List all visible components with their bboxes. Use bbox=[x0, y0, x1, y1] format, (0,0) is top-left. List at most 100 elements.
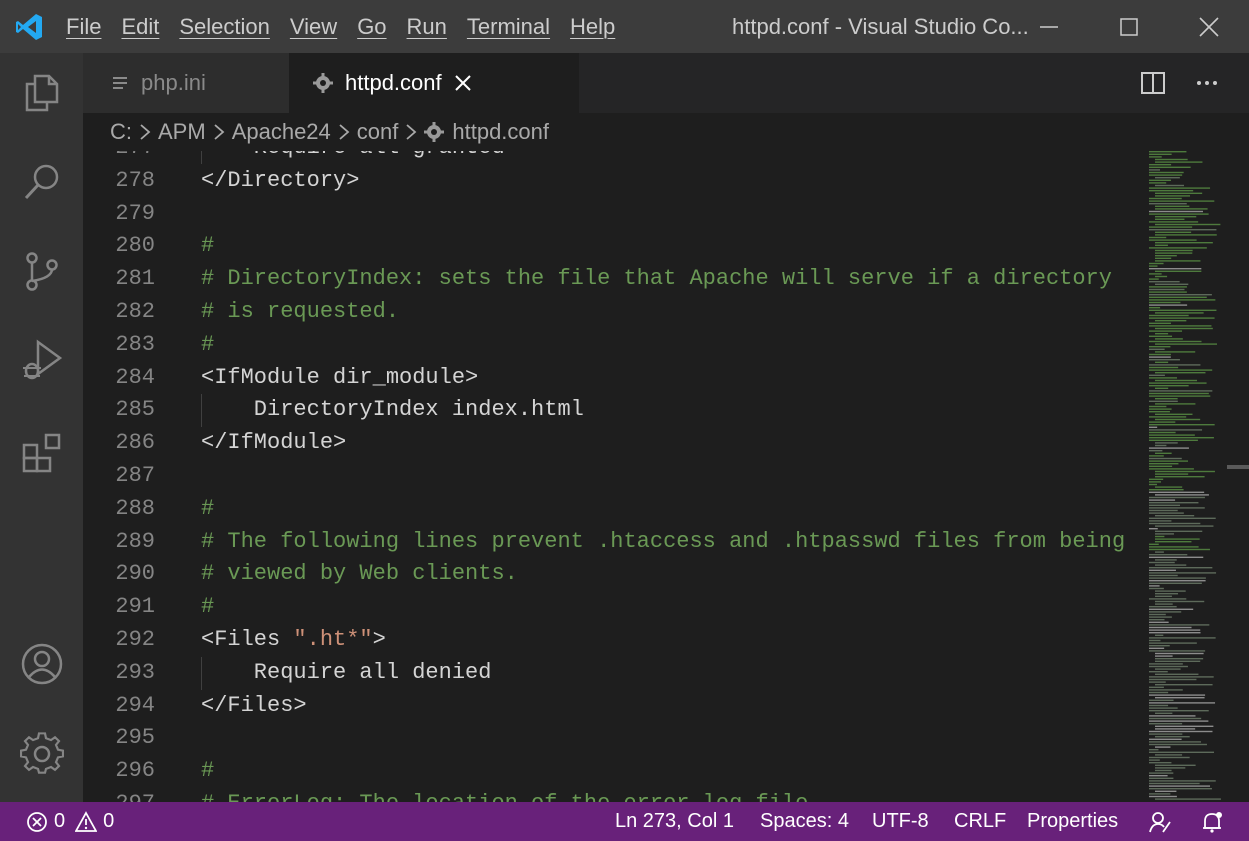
minimap-line bbox=[1155, 283, 1189, 285]
menu-help[interactable]: Help bbox=[562, 14, 623, 40]
minimap-line bbox=[1155, 244, 1168, 246]
minimap-line bbox=[1149, 491, 1205, 493]
lines-file-icon bbox=[111, 74, 129, 92]
menu-view[interactable]: View bbox=[282, 14, 345, 40]
run-debug-button[interactable] bbox=[0, 325, 83, 395]
line-number: 283 bbox=[115, 331, 155, 357]
minimap-line bbox=[1155, 252, 1193, 254]
menu-file[interactable]: File bbox=[58, 14, 109, 40]
menu-go[interactable]: Go bbox=[349, 14, 394, 40]
close-window-button[interactable] bbox=[1169, 0, 1249, 53]
minimap-line bbox=[1149, 330, 1183, 332]
line-number: 296 bbox=[115, 758, 155, 784]
breadcrumb-item[interactable]: C: bbox=[110, 119, 132, 145]
code-line[interactable]: 296 # bbox=[83, 754, 1139, 787]
code-line[interactable]: 287 bbox=[83, 459, 1139, 492]
minimap-line bbox=[1149, 203, 1187, 205]
maximize-button[interactable] bbox=[1089, 0, 1169, 53]
line-text: # bbox=[201, 233, 215, 259]
breadcrumb-item[interactable]: Apache24 bbox=[232, 119, 331, 145]
minimap-line bbox=[1149, 301, 1181, 304]
minimap-line bbox=[1155, 255, 1177, 257]
minimap-line bbox=[1149, 775, 1168, 777]
minimap-line bbox=[1155, 452, 1172, 454]
code-line[interactable]: 280 # bbox=[83, 229, 1139, 262]
code-line[interactable]: 285 DirectoryIndex index.html bbox=[83, 393, 1139, 426]
search-button[interactable] bbox=[0, 147, 83, 217]
minimap-line bbox=[1155, 486, 1183, 488]
line-text: Require all granted bbox=[201, 151, 505, 164]
encoding[interactable]: UTF-8 bbox=[872, 802, 929, 841]
more-actions-icon[interactable] bbox=[1195, 71, 1219, 95]
code-line[interactable]: 295 bbox=[83, 721, 1139, 754]
minimap-line bbox=[1149, 405, 1167, 408]
notifications-button[interactable] bbox=[1200, 802, 1224, 841]
code-line[interactable]: 289 # The following lines prevent .htacce… bbox=[83, 525, 1139, 558]
status-bar: 0 0 Ln 273, Col 1 Spaces: 4 UTF-8 CRLF P… bbox=[0, 802, 1249, 841]
breadcrumb-item[interactable]: httpd.conf bbox=[452, 119, 549, 145]
minimap-line bbox=[1149, 213, 1209, 215]
line-number: 287 bbox=[115, 463, 155, 488]
end-of-line[interactable]: CRLF bbox=[954, 802, 1006, 841]
breadcrumb-item[interactable]: APM bbox=[158, 119, 206, 145]
minimap-line bbox=[1149, 689, 1183, 691]
code-line[interactable]: 281 # DirectoryIndex: sets the file that … bbox=[83, 262, 1139, 295]
code-line[interactable]: 284 <IfModule dir_module> bbox=[83, 361, 1139, 394]
close-tab-icon[interactable] bbox=[454, 74, 472, 92]
minimap-line bbox=[1155, 320, 1187, 322]
menu-run[interactable]: Run bbox=[399, 14, 455, 40]
indentation[interactable]: Spaces: 4 bbox=[760, 802, 849, 841]
code-line[interactable]: 278 </Directory> bbox=[83, 164, 1139, 197]
bell-icon bbox=[1200, 810, 1224, 834]
feedback-button[interactable] bbox=[1148, 802, 1172, 841]
breadcrumb-item[interactable]: conf bbox=[357, 119, 399, 145]
code-line[interactable]: 277 Require all granted bbox=[83, 151, 1139, 164]
minimize-button[interactable] bbox=[1009, 0, 1089, 53]
problems-indicator[interactable]: 0 0 bbox=[26, 802, 114, 841]
minimap-line bbox=[1149, 626, 1192, 629]
minimap-line bbox=[1155, 351, 1196, 353]
menu-selection[interactable]: Selection bbox=[171, 14, 278, 40]
minimap-line bbox=[1149, 795, 1177, 798]
source-control-button[interactable] bbox=[0, 236, 83, 306]
code-line[interactable]: 297 # ErrorLog: The location of the error… bbox=[83, 787, 1139, 802]
minimap-line bbox=[1149, 322, 1171, 324]
line-number: 297 bbox=[83, 787, 155, 802]
code-line[interactable]: 279 bbox=[83, 197, 1139, 230]
line-text: </Files> bbox=[201, 692, 307, 718]
tab-label: php.ini bbox=[141, 70, 206, 95]
minimap-line bbox=[1155, 600, 1205, 603]
code-line[interactable]: 292 <Files ".ht*"> bbox=[83, 623, 1139, 656]
code-line[interactable]: 286 </IfModule> bbox=[83, 426, 1139, 459]
minimap-line bbox=[1149, 309, 1217, 311]
code-line[interactable]: 290 # viewed by Web clients. bbox=[83, 557, 1139, 590]
minimap-line bbox=[1155, 343, 1218, 345]
minimap[interactable] bbox=[1139, 151, 1249, 802]
code-line[interactable]: 282 # is requested. bbox=[83, 295, 1139, 328]
code-line[interactable]: 291 # bbox=[83, 590, 1139, 623]
extensions-button[interactable] bbox=[0, 418, 83, 488]
minimap-line bbox=[1149, 226, 1193, 228]
minimap-line bbox=[1149, 598, 1187, 600]
accounts-button[interactable] bbox=[0, 629, 83, 699]
code-line[interactable]: 294 </Files> bbox=[83, 689, 1139, 722]
code-editor[interactable]: 277 Require all granted278</Directory>27… bbox=[83, 151, 1139, 802]
cursor-position[interactable]: Ln 273, Col 1 bbox=[615, 802, 734, 841]
code-line[interactable]: 283 # bbox=[83, 328, 1139, 361]
minimap-line bbox=[1149, 294, 1212, 296]
explorer-button[interactable] bbox=[0, 58, 83, 128]
tab-httpd-conf[interactable]: httpd.conf bbox=[289, 53, 579, 113]
gear-icon bbox=[19, 732, 64, 774]
menu-edit[interactable]: Edit bbox=[113, 14, 167, 40]
minimap-line bbox=[1149, 608, 1194, 610]
tab-php-ini[interactable]: php.ini bbox=[83, 53, 289, 113]
language-mode[interactable]: Properties bbox=[1027, 802, 1118, 841]
split-editor-icon[interactable] bbox=[1141, 71, 1165, 95]
minimap-line bbox=[1149, 678, 1197, 681]
code-line[interactable]: 288 # bbox=[83, 492, 1139, 525]
menu-terminal[interactable]: Terminal bbox=[459, 14, 558, 40]
minimap-line bbox=[1149, 509, 1178, 512]
code-line[interactable]: 293 Require all denied bbox=[83, 656, 1139, 689]
minimap-line bbox=[1149, 221, 1199, 223]
manage-button[interactable] bbox=[0, 719, 83, 789]
